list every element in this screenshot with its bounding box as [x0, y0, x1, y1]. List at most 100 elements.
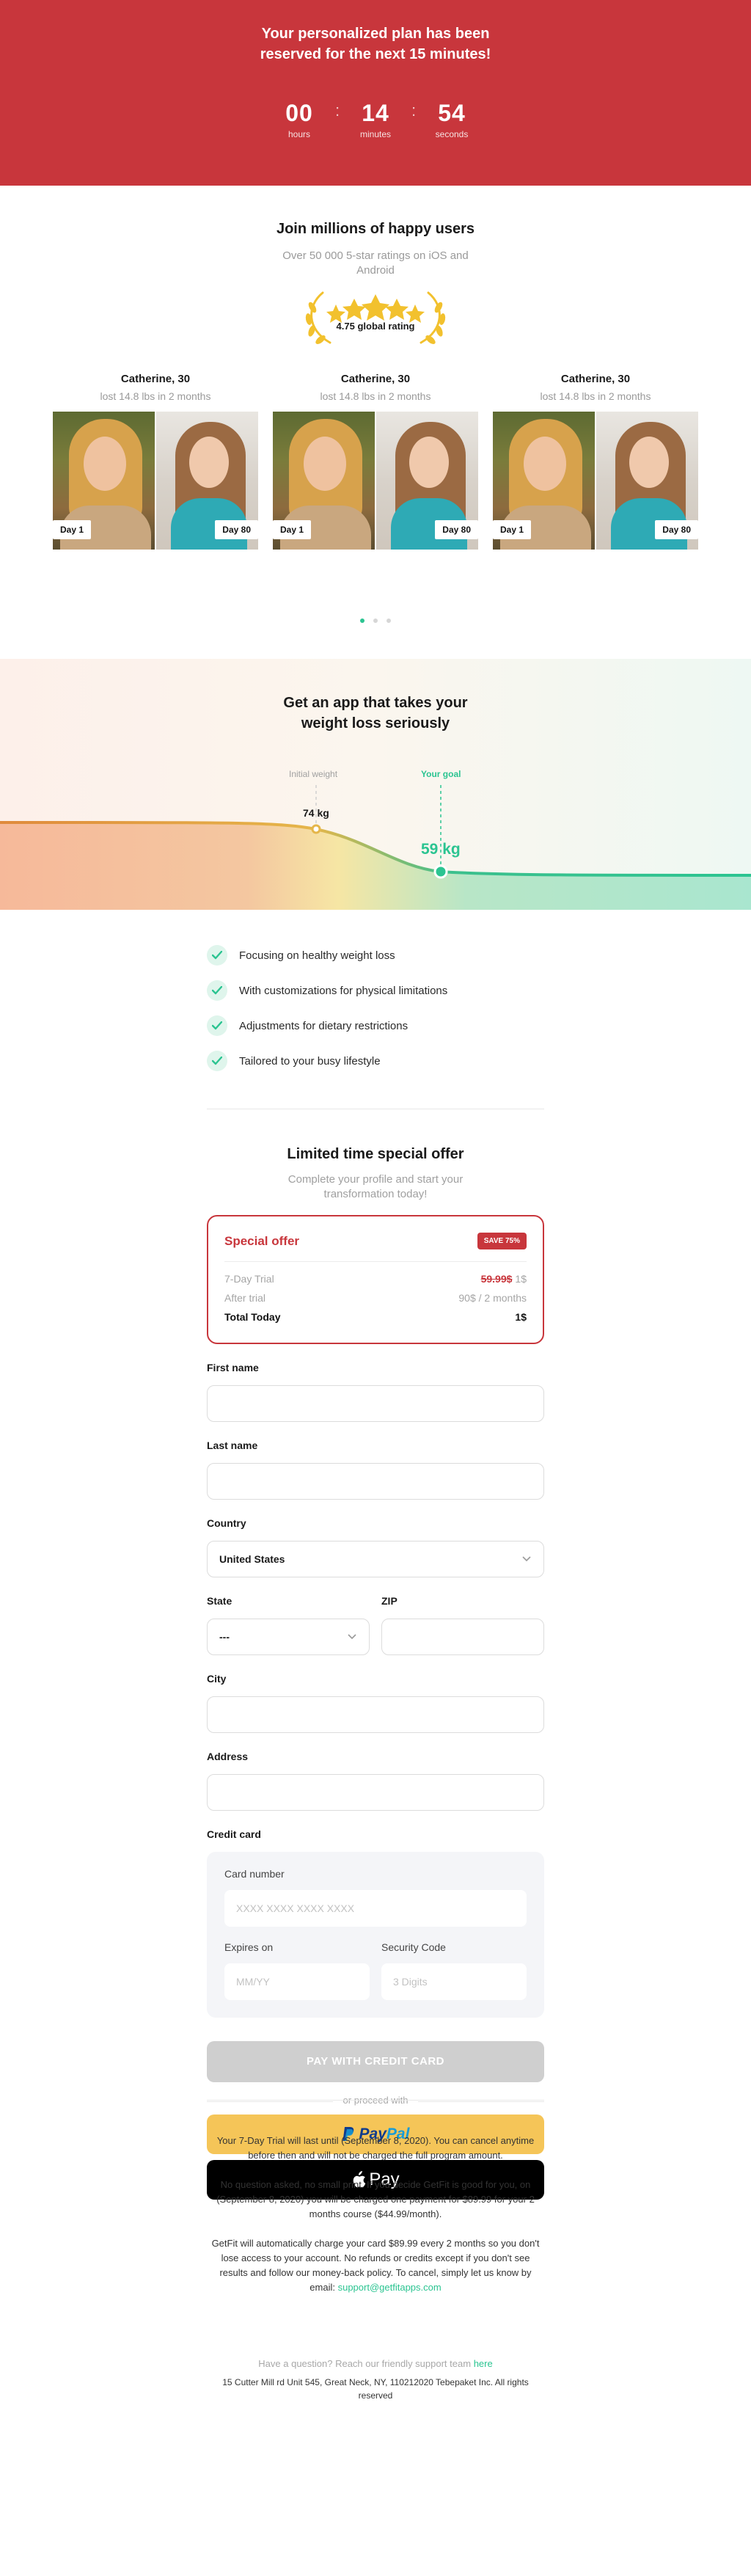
first-name-label: First name: [207, 1362, 259, 1373]
timer-seconds: 54 seconds: [419, 100, 485, 139]
checkout-section: Limited time special offer Complete your…: [0, 1109, 751, 2200]
feature-item: Tailored to your busy lifestyle: [207, 1043, 447, 1079]
section-divider: [207, 2100, 544, 2101]
feature-text: Tailored to your busy lifestyle: [239, 1054, 381, 1068]
rating-text: 4.75 global rating: [336, 321, 415, 332]
after-day-label: Day 80: [215, 520, 258, 539]
testimonial-result: lost 14.8 lbs in 2 months: [100, 390, 211, 402]
countdown-timer: 00 hours : 14 minutes : 54 seconds: [0, 100, 751, 139]
save-badge: SAVE 75%: [477, 1233, 527, 1249]
carousel-pagination: [0, 619, 751, 623]
before-after-photos: Day 1 Day 80: [273, 412, 478, 550]
security-code-field[interactable]: 3 Digits: [381, 1963, 527, 2000]
feature-item: Adjustments for dietary restrictions: [207, 1008, 447, 1043]
country-select[interactable]: United States: [207, 1541, 544, 1577]
testimonial-name: Catherine, 30: [120, 373, 191, 385]
timer-minutes-value: 14: [362, 100, 389, 126]
feature-item: Focusing on healthy weight loss: [207, 938, 447, 973]
after-photo: Day 80: [376, 412, 478, 550]
timer-minutes: 14 minutes: [342, 100, 409, 139]
after-photo: Day 80: [596, 412, 698, 550]
check-icon: [207, 1015, 227, 1036]
legal-paragraph: No question asked, no small print. If yo…: [216, 2179, 535, 2219]
before-photo: Day 1: [493, 412, 595, 550]
chevron-down-icon: [522, 1556, 531, 1562]
testimonial-name: Catherine, 30: [340, 373, 411, 385]
trial-row: 7-Day Trial 59.99$ 1$: [224, 1269, 527, 1288]
before-after-photos: Day 1 Day 80: [53, 412, 258, 550]
last-name-label: Last name: [207, 1440, 258, 1451]
laurel-stars-icon: [305, 291, 446, 344]
state-select[interactable]: ---: [207, 1619, 370, 1655]
before-photo: Day 1: [53, 412, 155, 550]
special-offer-card[interactable]: Special offer SAVE 75% 7-Day Trial 59.99…: [207, 1215, 544, 1344]
after-photo: Day 80: [156, 412, 258, 550]
before-photo: Day 1: [273, 412, 375, 550]
country-value: United States: [219, 1553, 285, 1565]
last-name-field[interactable]: [207, 1463, 544, 1500]
credit-card-label: Credit card: [207, 1828, 261, 1840]
city-label: City: [207, 1673, 227, 1685]
check-icon: [207, 945, 227, 966]
timer-minutes-label: minutes: [359, 129, 392, 139]
feature-list: Focusing on healthy weight loss With cus…: [207, 938, 447, 1079]
check-icon: [207, 1051, 227, 1071]
support-line: Have a question? Reach our friendly supp…: [0, 2358, 751, 2369]
support-email-link[interactable]: support@getfitapps.com: [338, 2282, 442, 2293]
weight-goal-graph: Get an app that takes your weight loss s…: [0, 659, 751, 910]
legal-paragraph: Your 7-Day Trial will last until (Septem…: [216, 2135, 535, 2161]
feature-text: With customizations for physical limitat…: [239, 984, 448, 997]
security-code-label: Security Code: [381, 1941, 446, 1953]
offer-title: Limited time special offer: [287, 1146, 464, 1162]
after-day-label: Day 80: [655, 520, 698, 539]
legal-terms: Your 7-Day Trial will last until (Septem…: [207, 2134, 544, 2310]
offer-subtitle: Complete your profile and start your tra…: [287, 1173, 464, 1200]
zip-field[interactable]: [381, 1619, 544, 1655]
state-value: ---: [219, 1631, 230, 1643]
expiry-label: Expires on: [224, 1941, 274, 1953]
carousel-dot[interactable]: [373, 619, 378, 623]
trial-old-price: 59.99$: [480, 1273, 513, 1285]
credit-card-panel: Card number XXXX XXXX XXXX XXXX Expires …: [207, 1852, 544, 2018]
testimonial-name: Catherine, 30: [560, 373, 631, 385]
testimonial-card: Catherine, 30 lost 14.8 lbs in 2 months …: [493, 373, 698, 550]
testimonial-carousel[interactable]: Catherine, 30 lost 14.8 lbs in 2 months …: [53, 373, 698, 550]
before-day-label: Day 1: [53, 520, 92, 539]
before-after-photos: Day 1 Day 80: [493, 412, 698, 550]
country-label: Country: [207, 1517, 246, 1529]
card-number-field[interactable]: XXXX XXXX XXXX XXXX: [224, 1890, 527, 1927]
chevron-down-icon: [348, 1634, 356, 1640]
offer-divider: [224, 1261, 527, 1262]
address-field[interactable]: [207, 1774, 544, 1811]
timer-hours: 00 hours: [266, 100, 332, 139]
support-link[interactable]: here: [474, 2358, 493, 2369]
carousel-dot[interactable]: [387, 619, 391, 623]
timer-separator: :: [334, 101, 340, 120]
expiry-field[interactable]: MM/YY: [224, 1963, 370, 2000]
features-section: Focusing on healthy weight loss With cus…: [0, 910, 751, 1109]
social-proof-section: Join millions of happy users Over 50 000…: [0, 186, 751, 659]
after-trial-label: After trial: [224, 1292, 266, 1304]
trial-label: 7-Day Trial: [224, 1273, 274, 1285]
card-number-label: Card number: [224, 1868, 285, 1880]
carousel-dot[interactable]: [360, 619, 364, 623]
billing-form: First name Last name Country United Stat…: [207, 1362, 544, 2200]
city-field[interactable]: [207, 1696, 544, 1733]
initial-weight-label: Initial weight: [289, 769, 338, 779]
trial-price: 1$: [515, 1273, 527, 1285]
initial-weight-value: 74 kg: [303, 807, 329, 819]
timer-seconds-value: 54: [438, 100, 466, 126]
goal-weight-value: 59 kg: [421, 841, 461, 858]
feature-item: With customizations for physical limitat…: [207, 973, 447, 1008]
countdown-banner: Your personalized plan has been reserved…: [0, 0, 751, 186]
company-address: 15 Cutter Mill rd Unit 545, Great Neck, …: [222, 2377, 529, 2401]
pay-with-credit-card-button[interactable]: PAY WITH CREDIT CARD: [207, 2041, 544, 2082]
support-text: Have a question? Reach our friendly supp…: [258, 2358, 472, 2369]
first-name-field[interactable]: [207, 1385, 544, 1422]
proof-subtitle: Over 50 000 5-star ratings on iOS and An…: [282, 249, 469, 277]
feature-text: Adjustments for dietary restrictions: [239, 1019, 409, 1032]
timer-hours-value: 00: [285, 100, 313, 126]
before-day-label: Day 1: [493, 520, 532, 539]
footer: Your 7-Day Trial will last until (Septem…: [0, 2100, 751, 2401]
testimonial-result: lost 14.8 lbs in 2 months: [320, 390, 431, 402]
